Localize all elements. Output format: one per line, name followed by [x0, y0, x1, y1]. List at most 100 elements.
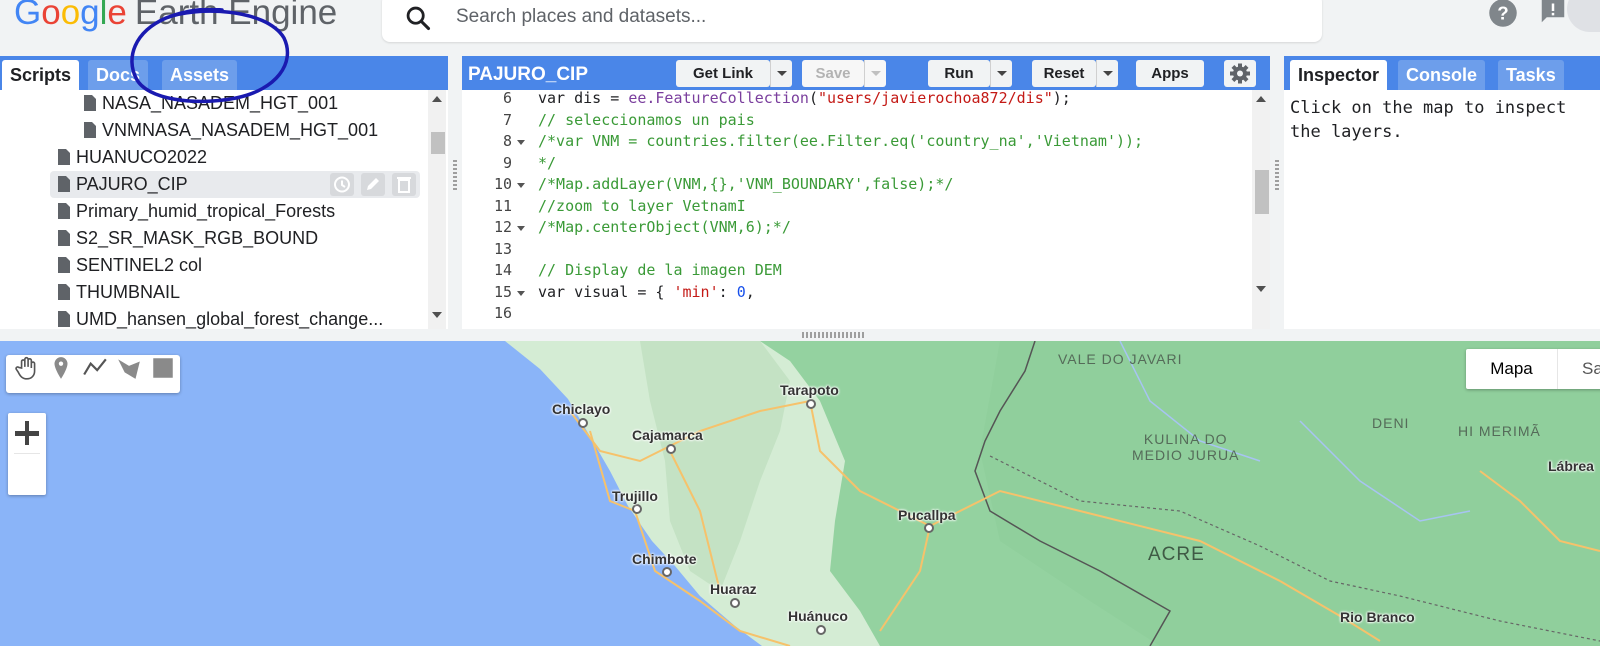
- code-line[interactable]: 15 var visual = { 'min': 0,: [462, 282, 1252, 304]
- code-line[interactable]: 12 /*Map.centerObject(VNM,6);*/: [462, 217, 1252, 239]
- splitter-grip[interactable]: [453, 160, 457, 190]
- apps-button[interactable]: Apps: [1136, 60, 1204, 87]
- run-button[interactable]: Run: [928, 60, 990, 87]
- code-line[interactable]: 13: [462, 239, 1252, 261]
- tab-assets[interactable]: Assets: [162, 60, 238, 90]
- fold-arrow-icon[interactable]: [517, 183, 525, 188]
- city-marker[interactable]: [816, 625, 826, 635]
- get-link-button[interactable]: Get Link: [676, 60, 770, 87]
- reset-button[interactable]: Reset: [1032, 60, 1096, 87]
- city-label[interactable]: Tarapoto: [780, 382, 839, 398]
- app-header: GoogleEarth Engine ?: [0, 0, 1600, 56]
- zoom-control: [8, 413, 46, 495]
- code-token: ,: [745, 282, 755, 301]
- tab-tasks[interactable]: Tasks: [1498, 60, 1564, 90]
- code-editor[interactable]: 6 var dis = ee.FeatureCollection("users/j…: [462, 90, 1270, 329]
- city-label[interactable]: Huaraz: [710, 581, 757, 597]
- script-item[interactable]: VNMNASA_NASADEM_HGT_001: [0, 117, 420, 144]
- map-type-map-button[interactable]: Mapa: [1466, 349, 1558, 389]
- fold-arrow-icon[interactable]: [517, 226, 525, 231]
- city-marker[interactable]: [662, 567, 672, 577]
- earth-engine-logo[interactable]: Google Earth Engine: [14, 0, 337, 38]
- code-line[interactable]: 16: [462, 303, 1252, 325]
- code-line[interactable]: 10 /*Map.addLayer(VNM,{},'VNM_BOUNDARY',f…: [462, 174, 1252, 196]
- city-label[interactable]: Lábrea: [1548, 458, 1594, 474]
- tab-docs[interactable]: Docs: [88, 60, 149, 90]
- city-marker[interactable]: [578, 418, 588, 428]
- reset-dropdown[interactable]: [1096, 60, 1118, 87]
- hand-icon[interactable]: [14, 355, 40, 381]
- tab-inspector[interactable]: Inspector: [1290, 60, 1388, 90]
- account-pill[interactable]: [1567, 0, 1600, 32]
- map-type-satellite-button[interactable]: Sa: [1558, 349, 1600, 389]
- script-item[interactable]: S2_SR_MASK_RGB_BOUND: [0, 225, 420, 252]
- map-type-control: Mapa Sa: [1466, 349, 1600, 389]
- tab-scripts[interactable]: Scripts: [2, 60, 80, 90]
- splitter-grip[interactable]: [802, 332, 864, 338]
- polygon-icon[interactable]: [116, 355, 142, 381]
- search-box[interactable]: [382, 0, 1322, 42]
- fold-arrow-icon[interactable]: [517, 140, 525, 145]
- scroll-up-icon[interactable]: [1256, 96, 1266, 102]
- code-line[interactable]: 9 */: [462, 153, 1252, 175]
- save-button[interactable]: Save: [802, 60, 864, 87]
- settings-button[interactable]: [1224, 60, 1256, 87]
- city-label[interactable]: Rio Branco: [1340, 609, 1415, 625]
- script-item[interactable]: SENTINEL2 col: [0, 252, 420, 279]
- city-label[interactable]: Chiclayo: [552, 401, 610, 417]
- scrollbar-thumb[interactable]: [431, 132, 445, 154]
- script-item[interactable]: NASA_NASADEM_HGT_001: [0, 90, 420, 117]
- file-icon: [58, 284, 70, 300]
- city-marker[interactable]: [924, 523, 934, 533]
- run-dropdown[interactable]: [990, 60, 1012, 87]
- editor-scrollbar[interactable]: [1252, 90, 1270, 329]
- rectangle-icon[interactable]: [150, 355, 176, 381]
- city-label[interactable]: Trujillo: [612, 488, 658, 504]
- map-view[interactable]: Mapa Sa VALE DO JAVARI KULINA DO MEDIO J…: [0, 341, 1600, 646]
- city-marker[interactable]: [730, 598, 740, 608]
- file-icon: [84, 122, 96, 138]
- splitter-right[interactable]: [1270, 56, 1284, 329]
- marker-icon[interactable]: [48, 355, 74, 381]
- scroll-down-icon[interactable]: [1256, 286, 1266, 292]
- code-line[interactable]: 7 // seleccionamos un pais: [462, 110, 1252, 132]
- code-line[interactable]: 8 /*var VNM = countries.filter(ee.Filter.…: [462, 131, 1252, 153]
- scroll-up-icon[interactable]: [432, 96, 442, 102]
- scrollbar-thumb[interactable]: [1255, 170, 1269, 214]
- splitter-horizontal[interactable]: [0, 329, 1600, 341]
- delete-icon[interactable]: [392, 173, 416, 196]
- city-marker[interactable]: [806, 399, 816, 409]
- city-marker[interactable]: [632, 504, 642, 514]
- code-line[interactable]: 11 //zoom to layer VetnamI: [462, 196, 1252, 218]
- history-icon[interactable]: [330, 173, 354, 196]
- script-item-selected[interactable]: PAJURO_CIP: [50, 171, 420, 198]
- tab-console[interactable]: Console: [1398, 60, 1486, 90]
- save-dropdown[interactable]: [864, 60, 886, 87]
- get-link-dropdown[interactable]: [770, 60, 792, 87]
- line-icon[interactable]: [82, 355, 108, 381]
- city-label[interactable]: Chimbote: [632, 551, 697, 567]
- search-input[interactable]: [454, 2, 1294, 32]
- splitter-left[interactable]: [448, 56, 462, 329]
- zoom-out-button[interactable]: [8, 413, 46, 454]
- code-line[interactable]: 14 // Display de la imagen DEM: [462, 260, 1252, 282]
- scripts-panel: Scripts Docs Assets NASA_NASADEM_HGT_001…: [0, 56, 448, 329]
- edit-icon[interactable]: [361, 173, 385, 196]
- splitter-grip[interactable]: [1275, 160, 1279, 190]
- scripts-scrollbar[interactable]: [428, 90, 446, 329]
- city-label[interactable]: Huánuco: [788, 608, 848, 624]
- city-label[interactable]: Cajamarca: [632, 427, 703, 443]
- script-item[interactable]: THUMBNAIL: [0, 279, 420, 306]
- help-icon[interactable]: ?: [1488, 0, 1518, 28]
- search-icon[interactable]: [404, 4, 432, 32]
- city-marker[interactable]: [666, 444, 676, 454]
- scroll-down-icon[interactable]: [432, 312, 442, 318]
- script-item[interactable]: HUANUCO2022: [0, 144, 420, 171]
- line-number: 10: [493, 175, 512, 193]
- city-label[interactable]: Pucallpa: [898, 507, 956, 523]
- feedback-icon[interactable]: [1538, 0, 1568, 26]
- code-line[interactable]: 6 var dis = ee.FeatureCollection("users/j…: [462, 90, 1252, 110]
- script-item[interactable]: UMD_hansen_global_forest_change...: [0, 306, 420, 329]
- fold-arrow-icon[interactable]: [517, 290, 525, 296]
- script-item[interactable]: Primary_humid_tropical_Forests: [0, 198, 420, 225]
